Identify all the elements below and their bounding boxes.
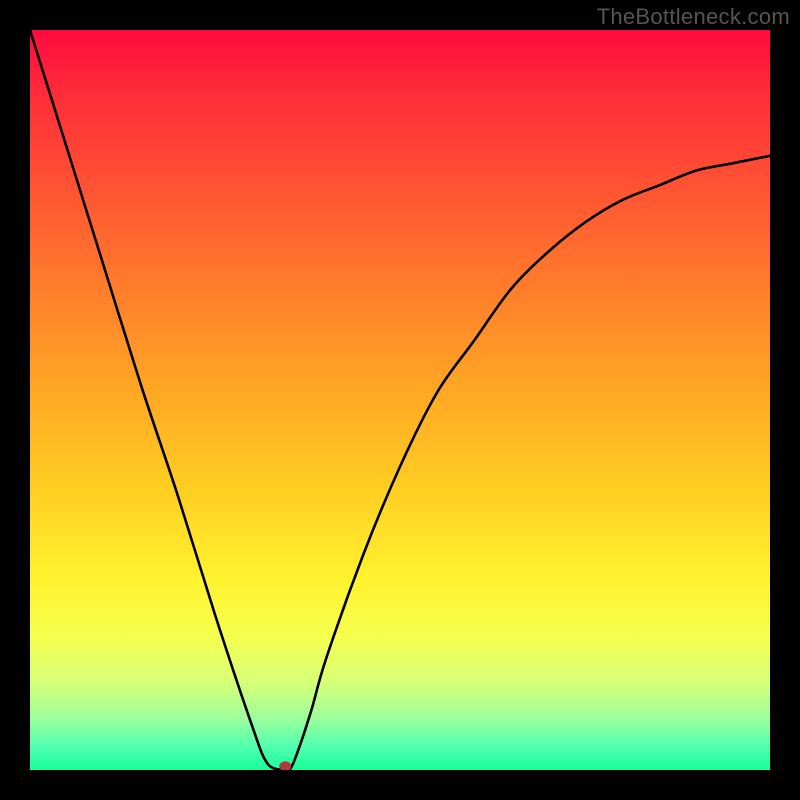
curve-svg xyxy=(30,30,770,770)
minimum-marker xyxy=(279,761,291,770)
chart-frame: TheBottleneck.com xyxy=(0,0,800,800)
watermark-text: TheBottleneck.com xyxy=(597,4,790,30)
bottleneck-curve xyxy=(30,30,770,770)
plot-area xyxy=(30,30,770,770)
